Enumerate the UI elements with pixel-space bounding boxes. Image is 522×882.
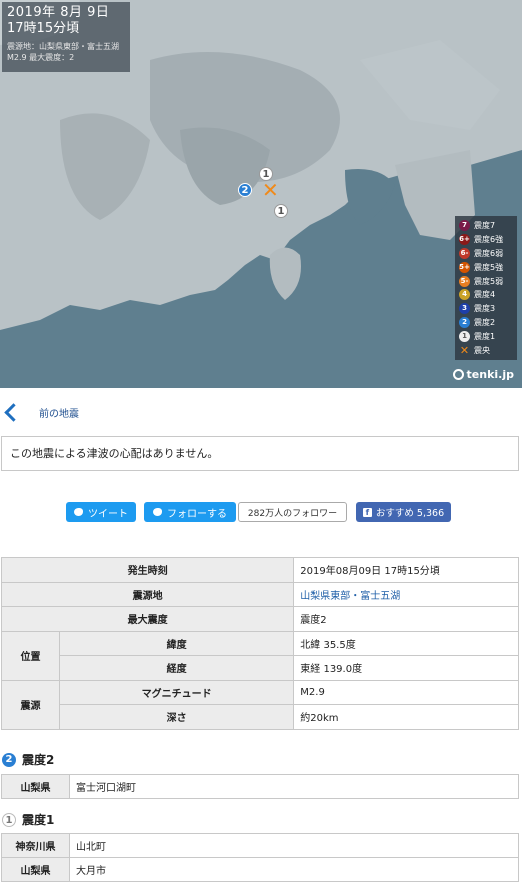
prefecture-name: 山梨県 (1, 774, 70, 799)
legend-label: 震度6弱 (474, 248, 504, 258)
epicenter-value: 山梨県東部・富士五湖 (293, 581, 519, 607)
longitude-value: 東経 139.0度 (293, 655, 519, 681)
occurred-value: 2019年08月09日 17時15分頃 (293, 557, 519, 583)
prev-earthquake-label: 前の地震 (39, 408, 79, 420)
legend-dot: 6- (459, 247, 470, 259)
legend-dot: 6+ (459, 234, 470, 246)
follower-count: 282万人のフォロワー (238, 502, 347, 522)
position-header: 位置 (1, 630, 60, 681)
legend-dot: 3 (459, 303, 470, 315)
earthquake-map: 2019年 8月 9日 17時15分頃 震源地：山梨県東部・富士五湖 M2.9 … (0, 0, 522, 388)
earthquake-detail-table: 発生時刻 2019年08月09日 17時15分頃 震源地 山梨県東部・富士五湖 … (0, 557, 519, 730)
depth-header: 深さ (58, 704, 295, 730)
legend-row: 6+ 震度6強 (459, 233, 513, 247)
intensity-marker: 1 (274, 204, 288, 218)
legend-label: 震度3 (474, 304, 496, 314)
legend-row: 6- 震度6弱 (459, 247, 513, 261)
magnitude-header: マグニチュード (58, 679, 295, 705)
legend-dot: 7 (459, 220, 470, 232)
legend-row: 1 震度1 (459, 329, 513, 343)
legend-dot: ✕ (459, 343, 470, 357)
table-row: 位置 緯度 北緯 35.5度 (1, 630, 519, 681)
intensity-2-icon: 2 (2, 752, 16, 767)
legend-row: 7 震度7 (459, 219, 513, 233)
occurred-header: 発生時刻 (0, 557, 295, 583)
legend-label: 震度1 (474, 331, 496, 341)
facebook-recommend-button[interactable]: f おすすめ 5,366 (356, 502, 451, 522)
legend-row: 4 震度4 (459, 288, 513, 302)
magnitude-value: M2.9 (293, 679, 519, 705)
legend-row: 5+ 震度5強 (459, 260, 513, 274)
hypocenter-header: 震源 (1, 679, 60, 730)
legend-label: 震度5弱 (474, 276, 504, 286)
legend-dot: 5- (459, 275, 470, 287)
tenki-logo-text: tenki.jp (466, 368, 514, 381)
legend-row: ✕ 震央 (459, 343, 513, 357)
intensity-2-title: 震度2 (22, 753, 55, 767)
legend-label: 震度6強 (474, 235, 504, 245)
legend-label: 震度2 (474, 317, 496, 327)
intensity-marker: 2 (238, 183, 252, 197)
legend-dot: 2 (459, 316, 470, 328)
depth-value: 約20km (293, 704, 519, 730)
tweet-label: ツイート (88, 508, 128, 520)
follow-button[interactable]: フォローする (144, 502, 236, 522)
map-magnitude: M2.9 最大震度：2 (7, 53, 75, 62)
town-list: 富士河口湖町 (69, 774, 519, 799)
recommend-label: おすすめ 5,366 (375, 508, 445, 519)
tweet-button[interactable]: ツイート (66, 502, 136, 522)
map-time: 17時15分頃 (7, 21, 80, 36)
latitude-value: 北緯 35.5度 (293, 630, 519, 656)
latitude-header: 緯度 (58, 630, 295, 656)
legend-label: 震度7 (474, 221, 496, 231)
table-row: 最大震度 震度2 (0, 606, 519, 632)
intensity-2-table: 山梨県 富士河口湖町 (1, 774, 519, 799)
table-row: 深さ 約20km (2, 704, 519, 730)
intensity-1-heading: 1 震度1 (2, 811, 54, 828)
epicenter-header: 震源地 (0, 581, 295, 607)
table-row: 震源 マグニチュード M2.9 (1, 679, 519, 730)
legend-row: 5- 震度5弱 (459, 274, 513, 288)
legend-label: 震度5強 (474, 262, 504, 272)
intensity-2-heading: 2 震度2 (2, 751, 54, 768)
map-info-box: 2019年 8月 9日 17時15分頃 震源地：山梨県東部・富士五湖 M2.9 … (2, 2, 130, 72)
intensity-legend: 7 震度7 6+ 震度6強 6- 震度6弱 5+ 震度5強 5- 震度5弱 4 … (455, 216, 517, 360)
legend-dot: 5+ (459, 261, 470, 273)
legend-row: 2 震度2 (459, 316, 513, 330)
legend-dot: 4 (459, 289, 470, 301)
map-date: 2019年 8月 9日 (7, 5, 110, 20)
max-intensity-value: 震度2 (293, 606, 519, 632)
max-intensity-header: 最大震度 (0, 606, 295, 632)
table-row: 神奈川県 山北町 (1, 833, 519, 858)
follow-label: フォローする (167, 508, 227, 520)
town-list: 山北町 (69, 833, 519, 858)
tsunami-notice: この地震による津波の心配はありません。 (1, 436, 519, 471)
map-epicenter-source: 震源地：山梨県東部・富士五湖 (7, 42, 119, 51)
table-row: 発生時刻 2019年08月09日 17時15分頃 (0, 557, 519, 583)
legend-label: 震度4 (474, 290, 496, 300)
longitude-header: 経度 (58, 655, 295, 681)
legend-dot: 1 (459, 330, 470, 342)
twitter-bird-icon (74, 508, 83, 516)
intensity-1-table: 神奈川県 山北町 山梨県 大月市 (1, 833, 519, 882)
intensity-1-title: 震度1 (22, 813, 55, 827)
legend-row: 3 震度3 (459, 302, 513, 316)
twitter-bird-icon (153, 508, 162, 516)
table-row: 震源地 山梨県東部・富士五湖 (0, 581, 519, 607)
intensity-1-icon: 1 (2, 812, 16, 827)
table-row: 山梨県 富士河口湖町 (1, 774, 519, 799)
facebook-icon: f (362, 507, 372, 517)
epicenter-marker: ✕ (262, 178, 279, 202)
prefecture-name: 神奈川県 (1, 833, 70, 858)
chevron-left-icon (4, 402, 23, 422)
prev-earthquake-link[interactable]: 前の地震 (2, 401, 79, 423)
epicenter-link[interactable]: 山梨県東部・富士五湖 (300, 591, 400, 602)
tenki-logo: tenki.jp (452, 368, 514, 381)
tenki-logo-icon (452, 369, 464, 380)
legend-label: 震央 (474, 345, 490, 355)
table-row: 経度 東経 139.0度 (2, 655, 519, 681)
